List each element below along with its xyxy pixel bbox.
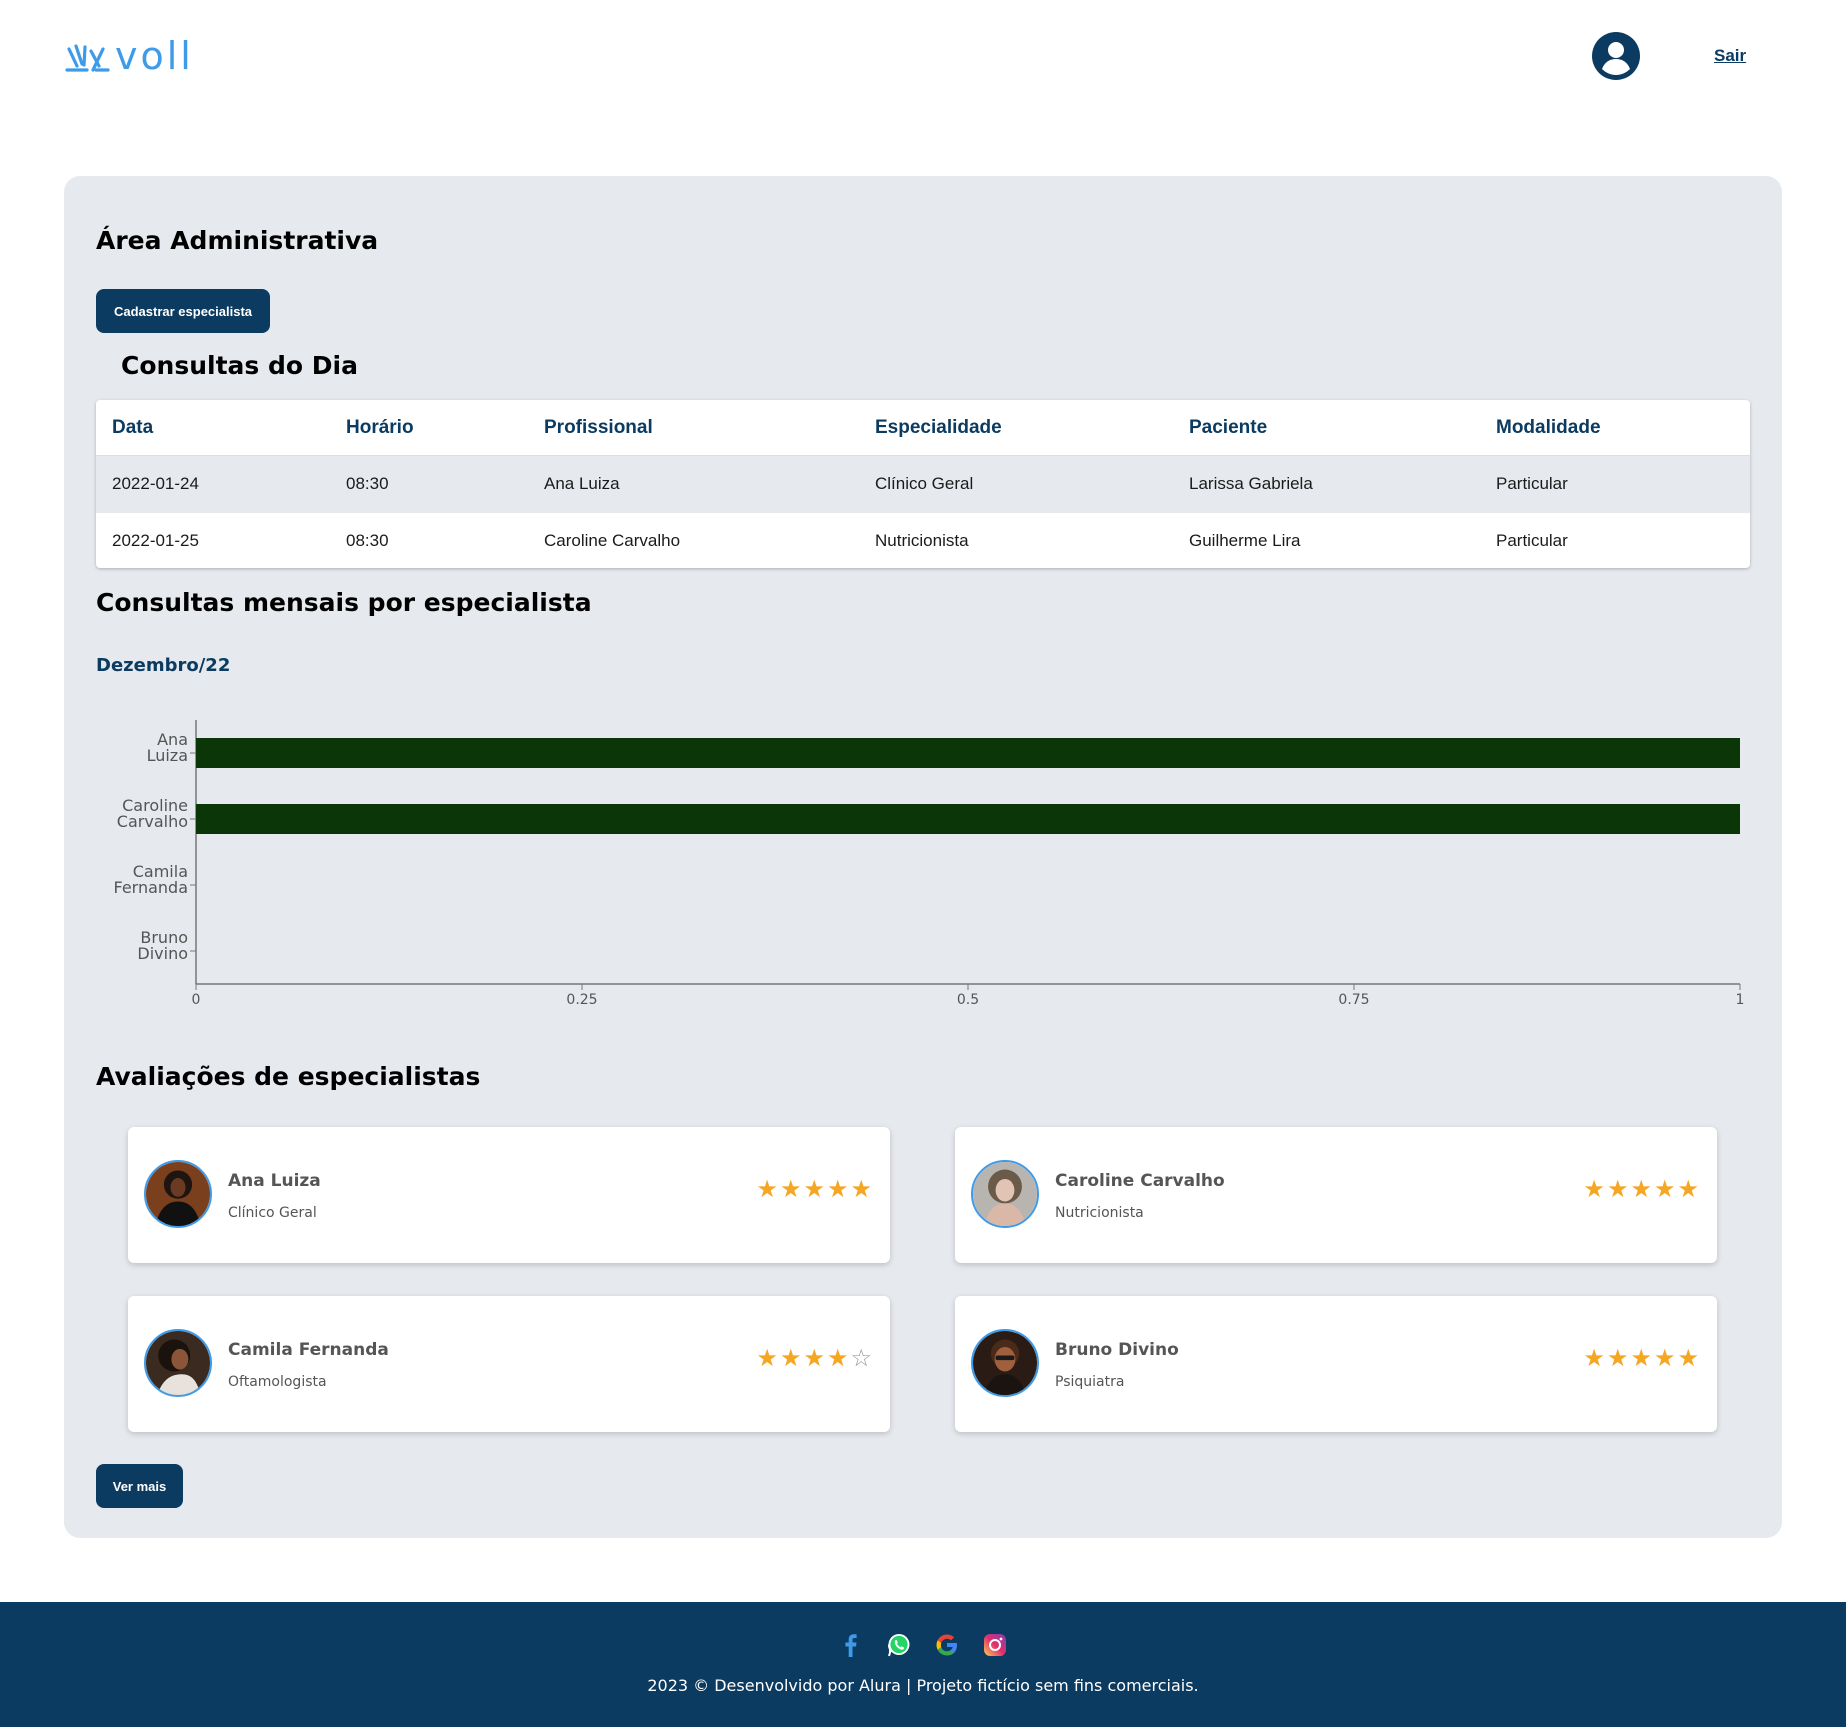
specialist-avatar <box>144 1329 212 1397</box>
y-tick-label: Bruno Divino <box>137 928 188 963</box>
y-tick-label: Ana Luiza <box>147 730 188 765</box>
star-filled-icon: ★ <box>1583 1175 1605 1203</box>
copyright-text: 2023 © Desenvolvido por Alura | Projeto … <box>647 1676 1199 1695</box>
specialist-specialty: Clínico Geral <box>228 1205 317 1221</box>
reviews-title: Avaliações de especialistas <box>96 1062 481 1091</box>
social-links <box>0 1632 1846 1658</box>
whatsapp-icon[interactable] <box>886 1632 912 1658</box>
table-cell: Larissa Gabriela <box>1189 474 1313 493</box>
table-cell: Caroline Carvalho <box>544 530 681 550</box>
specialist-review-card[interactable]: Camila Fernanda Oftamologista ★ ★ ★ ★ ☆ <box>128 1296 890 1432</box>
specialist-avatar <box>144 1160 212 1228</box>
column-header[interactable]: Modalidade <box>1496 417 1601 439</box>
column-header[interactable]: Profissional <box>544 417 653 439</box>
specialist-review-card[interactable]: Bruno Divino Psiquiatra ★ ★ ★ ★ ★ <box>955 1296 1717 1432</box>
table-cell: 2022-01-24 <box>112 474 199 493</box>
table-cell: Clínico Geral <box>875 474 974 493</box>
instagram-icon[interactable] <box>982 1632 1008 1658</box>
logo-mark-icon <box>65 44 110 72</box>
logout-link[interactable]: Sair <box>1714 46 1746 66</box>
table-cell: 08:30 <box>346 530 389 550</box>
google-icon[interactable] <box>934 1632 960 1658</box>
page-title: Área Administrativa <box>96 226 379 255</box>
table-cell: Guilherme Lira <box>1189 530 1301 550</box>
specialist-specialty: Psiquiatra <box>1055 1374 1125 1390</box>
star-rating: ★ ★ ★ ★ ★ <box>1583 1177 1699 1201</box>
star-filled-icon: ★ <box>850 1175 872 1203</box>
specialist-review-card[interactable]: Caroline Carvalho Nutricionista ★ ★ ★ ★ ★ <box>955 1127 1717 1263</box>
facebook-icon[interactable] <box>838 1632 864 1658</box>
star-filled-icon: ★ <box>756 1175 778 1203</box>
x-tick-label: 0.25 <box>566 992 597 1008</box>
specialist-specialty: Nutricionista <box>1055 1205 1144 1221</box>
specialist-name: Caroline Carvalho <box>1055 1171 1225 1191</box>
logo-text: voll <box>115 34 194 78</box>
header: voll Sair <box>0 0 1846 110</box>
bar-chart-svg: Ana Luiza Caroline Carvalho Camila Fernanda Br… <box>113 720 1745 1008</box>
star-rating: ★ ★ ★ ★ ★ <box>756 1177 872 1201</box>
specialist-name: Ana Luiza <box>228 1171 321 1191</box>
voll-logo[interactable]: voll <box>63 36 203 76</box>
star-filled-icon: ★ <box>1606 1344 1629 1372</box>
y-tick-label: Caroline Carvalho <box>117 796 188 831</box>
table-row[interactable]: 2022-01-24 08:30 Ana Luiza Clínico Geral… <box>96 456 1750 512</box>
star-filled-icon: ★ <box>1653 1344 1676 1372</box>
appointments-table: Data Horário Profissional Especialidade … <box>96 400 1750 568</box>
star-filled-icon: ★ <box>826 1175 849 1203</box>
specialist-specialty: Oftamologista <box>228 1374 327 1390</box>
x-tick-label: 0.75 <box>1338 992 1369 1008</box>
x-tick-label: 0.5 <box>957 992 979 1008</box>
table-cell: 2022-01-25 <box>112 530 199 550</box>
x-tick-label: 1 <box>1736 992 1745 1008</box>
star-filled-icon: ★ <box>1606 1175 1629 1203</box>
y-tick-label: Camila Fernanda <box>113 862 188 897</box>
star-filled-icon: ★ <box>779 1175 802 1203</box>
table-header-row: Data Horário Profissional Especialidade … <box>96 400 1750 456</box>
table-cell: Particular <box>1496 474 1568 493</box>
star-filled-icon: ★ <box>1653 1175 1676 1203</box>
star-rating: ★ ★ ★ ★ ☆ <box>756 1346 872 1370</box>
star-filled-icon: ★ <box>1677 1344 1699 1372</box>
star-filled-icon: ★ <box>1583 1344 1605 1372</box>
star-filled-icon: ★ <box>1630 1175 1652 1203</box>
table-cell: Particular <box>1496 530 1568 550</box>
column-header[interactable]: Especialidade <box>875 417 1002 439</box>
star-rating: ★ ★ ★ ★ ★ <box>1583 1346 1699 1370</box>
monthly-chart-title: Consultas mensais por especialista <box>96 588 592 617</box>
x-tick-label: 0 <box>192 992 201 1008</box>
table-cell: Ana Luiza <box>544 474 620 493</box>
star-filled-icon: ★ <box>756 1344 778 1372</box>
column-header[interactable]: Paciente <box>1189 417 1267 439</box>
table-row[interactable]: 2022-01-25 08:30 Caroline Carvalho Nutri… <box>96 512 1750 568</box>
daily-appointments-title: Consultas do Dia <box>121 351 358 380</box>
specialist-name: Bruno Divino <box>1055 1340 1179 1360</box>
star-filled-icon: ★ <box>803 1344 825 1372</box>
column-header[interactable]: Data <box>112 417 153 439</box>
chart-month-label: Dezembro/22 <box>96 655 231 676</box>
star-empty-icon: ☆ <box>850 1344 872 1372</box>
see-more-button[interactable]: Ver mais <box>96 1464 183 1508</box>
specialist-avatar <box>971 1160 1039 1228</box>
star-filled-icon: ★ <box>779 1344 802 1372</box>
admin-panel: Área Administrativa Cadastrar especialis… <box>64 176 1782 1538</box>
star-filled-icon: ★ <box>826 1344 849 1372</box>
star-filled-icon: ★ <box>803 1175 825 1203</box>
column-header[interactable]: Horário <box>346 417 414 439</box>
specialist-name: Camila Fernanda <box>228 1340 389 1360</box>
footer: 2023 © Desenvolvido por Alura | Projeto … <box>0 1602 1846 1727</box>
specialist-avatar <box>971 1329 1039 1397</box>
monthly-bar-chart: Ana Luiza Caroline Carvalho Camila Fernanda Br… <box>96 706 1776 1026</box>
chart-bar <box>196 738 1740 768</box>
table-cell: Nutricionista <box>875 530 969 550</box>
register-specialist-button[interactable]: Cadastrar especialista <box>96 289 270 333</box>
star-filled-icon: ★ <box>1677 1175 1699 1203</box>
table-cell: 08:30 <box>346 474 389 493</box>
chart-bar <box>196 804 1740 834</box>
user-avatar-icon[interactable] <box>1592 32 1640 80</box>
specialist-review-card[interactable]: Ana Luiza Clínico Geral ★ ★ ★ ★ ★ <box>128 1127 890 1263</box>
star-filled-icon: ★ <box>1630 1344 1652 1372</box>
